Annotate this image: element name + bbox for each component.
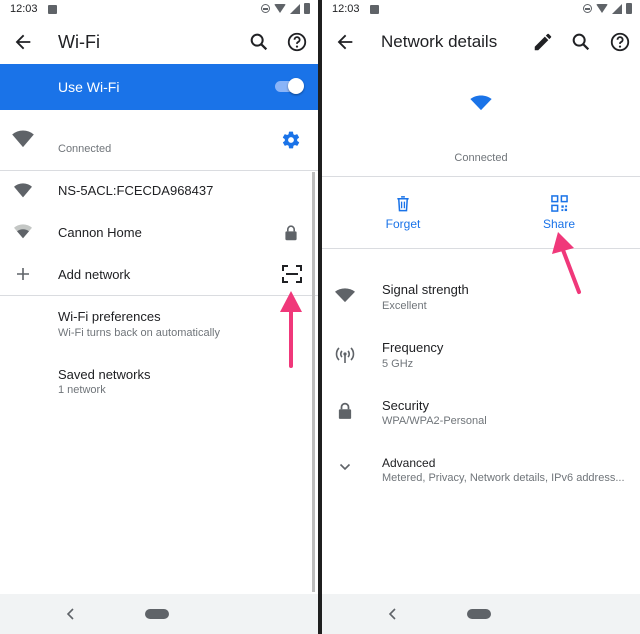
saved-networks-subtitle: 1 network bbox=[58, 384, 106, 396]
wifi-preferences-row[interactable]: Wi-Fi preferences Wi-Fi turns back on au… bbox=[0, 300, 318, 354]
app-bar: Wi-Fi bbox=[0, 22, 318, 64]
advanced-label: Advanced bbox=[382, 456, 436, 470]
security-row: Security WPA/WPA2-Personal bbox=[322, 392, 640, 442]
connected-status: Connected bbox=[58, 143, 112, 155]
back-arrow-icon[interactable] bbox=[12, 31, 34, 53]
search-icon[interactable] bbox=[570, 31, 592, 53]
wifi-settings-screen: 12:03 Wi-Fi Use Wi-Fi Connected NS-5ACL:… bbox=[0, 0, 318, 634]
status-bar: 12:03 bbox=[0, 0, 318, 20]
nav-home-pill[interactable] bbox=[467, 609, 491, 619]
wifi-icon bbox=[14, 224, 32, 239]
back-arrow-icon[interactable] bbox=[334, 31, 356, 53]
do-not-disturb-icon bbox=[583, 4, 592, 13]
image-notification-icon bbox=[370, 5, 379, 14]
battery-icon bbox=[304, 3, 310, 14]
wifi-status-icon bbox=[274, 4, 286, 13]
use-wifi-toggle-row[interactable]: Use Wi-Fi bbox=[0, 64, 318, 110]
scrollbar[interactable] bbox=[312, 172, 315, 592]
wifi-preferences-title: Wi-Fi preferences bbox=[58, 309, 161, 324]
connected-network-row[interactable]: Connected bbox=[0, 110, 318, 170]
share-button[interactable]: Share bbox=[534, 195, 584, 231]
page-title: Network details bbox=[381, 32, 498, 51]
chevron-down-icon bbox=[339, 463, 351, 471]
saved-networks-title: Saved networks bbox=[58, 367, 151, 382]
status-time: 12:03 bbox=[332, 3, 360, 15]
wifi-icon bbox=[12, 130, 34, 148]
navigation-bar bbox=[0, 594, 318, 634]
nav-back-icon[interactable] bbox=[388, 606, 398, 622]
network-row[interactable]: NS-5ACL:FCECDA968437 bbox=[0, 171, 318, 211]
help-icon[interactable] bbox=[609, 31, 631, 53]
trash-icon bbox=[397, 196, 409, 212]
network-name: Cannon Home bbox=[58, 225, 142, 240]
signal-strength-row: Signal strength Excellent bbox=[322, 276, 640, 326]
help-icon[interactable] bbox=[286, 31, 308, 53]
page-title: Wi-Fi bbox=[58, 32, 100, 52]
add-network-row[interactable]: Add network bbox=[0, 254, 318, 294]
advanced-row[interactable]: Advanced Metered, Privacy, Network detai… bbox=[322, 452, 640, 498]
frequency-row: Frequency 5 GHz bbox=[322, 334, 640, 384]
saved-networks-row[interactable]: Saved networks 1 network bbox=[0, 358, 318, 410]
nav-back-icon[interactable] bbox=[66, 606, 76, 622]
do-not-disturb-icon bbox=[261, 4, 270, 13]
app-bar: Network details bbox=[322, 22, 640, 64]
detail-label: Frequency bbox=[382, 340, 444, 355]
wifi-icon bbox=[14, 183, 32, 198]
qr-scan-icon[interactable] bbox=[282, 265, 302, 283]
gear-icon[interactable] bbox=[281, 130, 301, 150]
search-icon[interactable] bbox=[248, 31, 270, 53]
wifi-preferences-subtitle: Wi-Fi turns back on automatically bbox=[58, 327, 220, 339]
connection-status: Connected bbox=[454, 152, 508, 164]
annotation-arrow bbox=[280, 291, 302, 368]
cell-signal-icon bbox=[612, 3, 622, 14]
antenna-icon bbox=[335, 347, 355, 363]
navigation-bar bbox=[322, 594, 640, 634]
detail-value: 5 GHz bbox=[382, 358, 414, 370]
share-label: Share bbox=[542, 217, 576, 231]
status-bar: 12:03 bbox=[322, 0, 640, 20]
use-wifi-label: Use Wi-Fi bbox=[58, 79, 120, 95]
detail-label: Security bbox=[382, 398, 429, 413]
wifi-status-icon bbox=[596, 4, 608, 13]
lock-icon bbox=[338, 402, 352, 419]
forget-label: Forget bbox=[385, 217, 421, 231]
network-row[interactable]: Cannon Home bbox=[0, 212, 318, 252]
nav-home-pill[interactable] bbox=[145, 609, 169, 619]
qr-code-icon bbox=[550, 195, 568, 212]
plus-icon bbox=[17, 268, 29, 280]
forget-button[interactable]: Forget bbox=[378, 195, 428, 231]
network-details-screen: 12:03 Network details Connected Forget S… bbox=[322, 0, 640, 634]
status-time: 12:03 bbox=[10, 3, 38, 15]
edit-pencil-icon[interactable] bbox=[532, 31, 554, 53]
detail-label: Signal strength bbox=[382, 282, 469, 297]
cell-signal-icon bbox=[290, 3, 300, 14]
battery-icon bbox=[626, 3, 632, 14]
image-notification-icon bbox=[48, 5, 57, 14]
detail-value: Excellent bbox=[382, 300, 427, 312]
add-network-label: Add network bbox=[58, 267, 131, 282]
lock-icon bbox=[285, 225, 297, 241]
advanced-value: Metered, Privacy, Network details, IPv6 … bbox=[382, 472, 625, 484]
use-wifi-switch[interactable] bbox=[275, 78, 304, 94]
network-name: NS-5ACL:FCECDA968437 bbox=[58, 183, 214, 198]
detail-value: WPA/WPA2-Personal bbox=[382, 415, 487, 427]
wifi-icon bbox=[335, 288, 355, 303]
wifi-icon bbox=[470, 95, 492, 111]
